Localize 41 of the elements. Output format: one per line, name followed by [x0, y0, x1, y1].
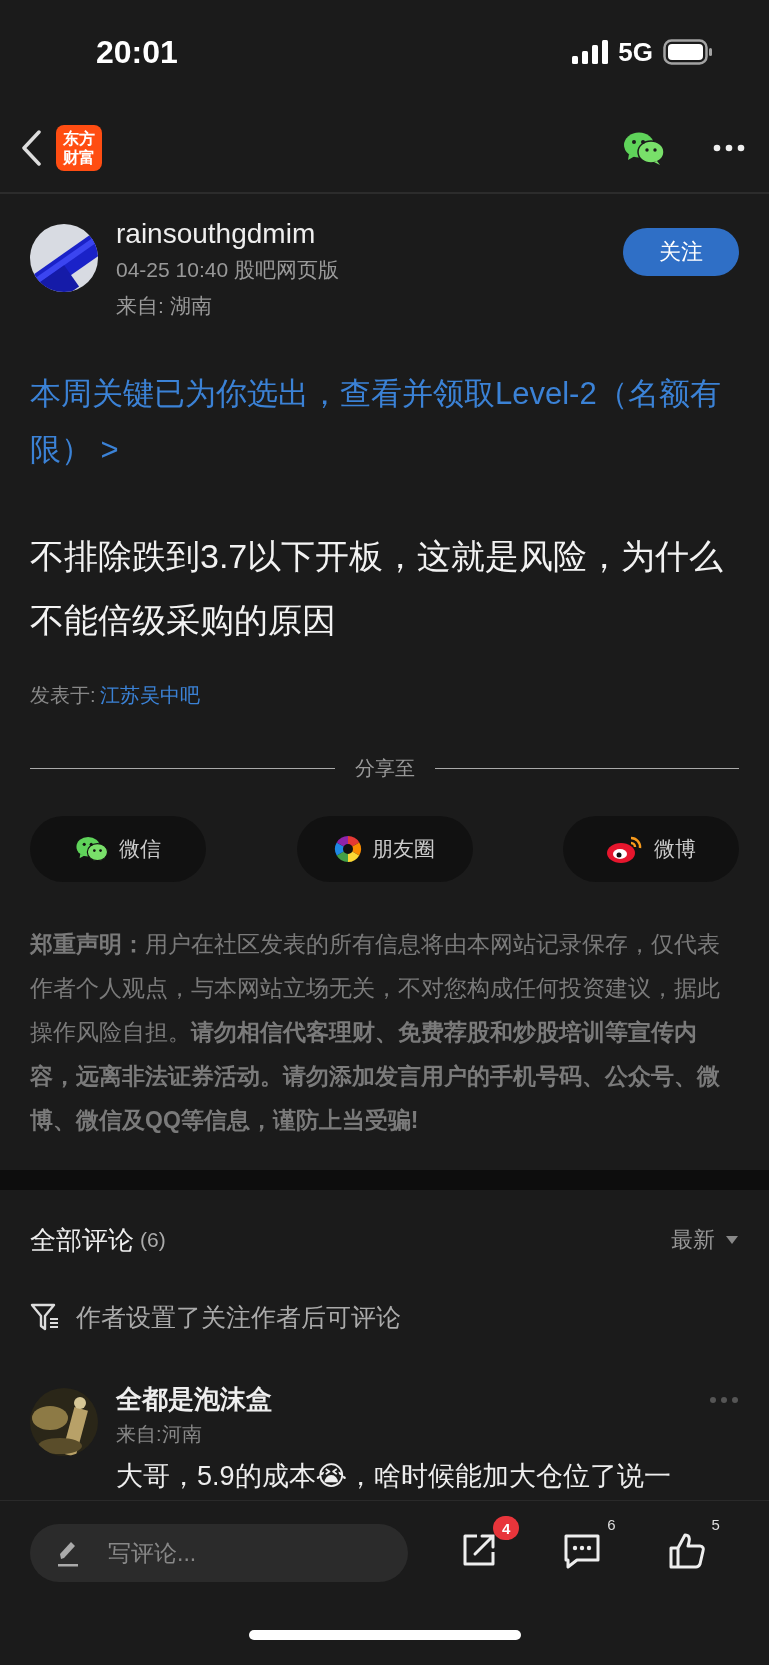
- comment-count: 6: [607, 1516, 616, 1533]
- comment-text: 大哥，5.9的成本😭，啥时候能加大仓位了说一: [116, 1460, 673, 1493]
- post-location: 来自: 湖南: [116, 293, 213, 319]
- post-meta: 04-25 10:40 股吧网页版: [116, 257, 340, 283]
- caret-icon: [725, 1235, 739, 1245]
- like-count: 5: [711, 1516, 720, 1533]
- comments-count: (6): [140, 1228, 166, 1252]
- network-label: 5G: [618, 36, 653, 68]
- commenter-name[interactable]: 全都是泡沫盒: [116, 1382, 272, 1417]
- share-icon[interactable]: [461, 1532, 498, 1568]
- thumbs-up-icon[interactable]: [667, 1532, 706, 1570]
- disclaimer-text: 郑重声明：用户在社区发表的所有信息将由本网站记录保存，仅代表作者个人观点，与本网站立场无关，不对您构成任何投资建议，据此操作风险自担。请勿相信代客理财、免费荐股和炒股培训等宣传内容，远离非法证券活动。请勿添加发言用户的手机号码、公众号、微博、微信及QQ等信息，谨防上当受骗!: [30, 930, 721, 1135]
- share-button[interactable]: 朋友圈: [296, 816, 473, 882]
- signal-icon: [572, 40, 609, 64]
- comment-input[interactable]: 写评论...: [30, 1524, 408, 1582]
- share-title: 分享至: [354, 756, 415, 781]
- weibo-icon: [606, 834, 644, 864]
- wechat-icon: [75, 835, 109, 863]
- app-logo: 东方 财富: [56, 125, 102, 171]
- share-button[interactable]: 微信: [30, 816, 206, 882]
- more-icon[interactable]: [713, 144, 745, 152]
- sort-dropdown[interactable]: 最新: [671, 1225, 739, 1255]
- battery-icon: [663, 39, 713, 65]
- share-button[interactable]: 微博: [563, 816, 739, 882]
- wechat-icon[interactable]: [623, 130, 665, 166]
- comment-notice: 作者设置了关注作者后可评论: [76, 1301, 401, 1333]
- author-name[interactable]: rainsouthgdmim: [116, 218, 605, 250]
- filter-icon: [30, 1302, 60, 1332]
- post-body: 不排除跌到3.7以下开板，这就是风险，为什么不能倍级采购的原因: [30, 536, 725, 641]
- pencil-icon: [56, 1539, 80, 1567]
- back-icon[interactable]: [20, 130, 42, 166]
- aperture-icon: [334, 835, 362, 863]
- commenter-location: 来自:河南: [116, 1422, 203, 1447]
- share-count-badge: 4: [493, 1516, 520, 1540]
- promo-link[interactable]: 本周关键已为你选出，查看并领取Level-2（名额有限） >: [30, 366, 739, 478]
- follow-button[interactable]: 关注: [623, 228, 739, 276]
- comment-icon[interactable]: [563, 1532, 602, 1570]
- forum-link[interactable]: 江苏吴中吧: [99, 682, 200, 709]
- comments-title: 全部评论: [30, 1223, 134, 1257]
- posted-in-label: 发表于:: [30, 683, 96, 708]
- status-time: 20:01: [96, 33, 178, 71]
